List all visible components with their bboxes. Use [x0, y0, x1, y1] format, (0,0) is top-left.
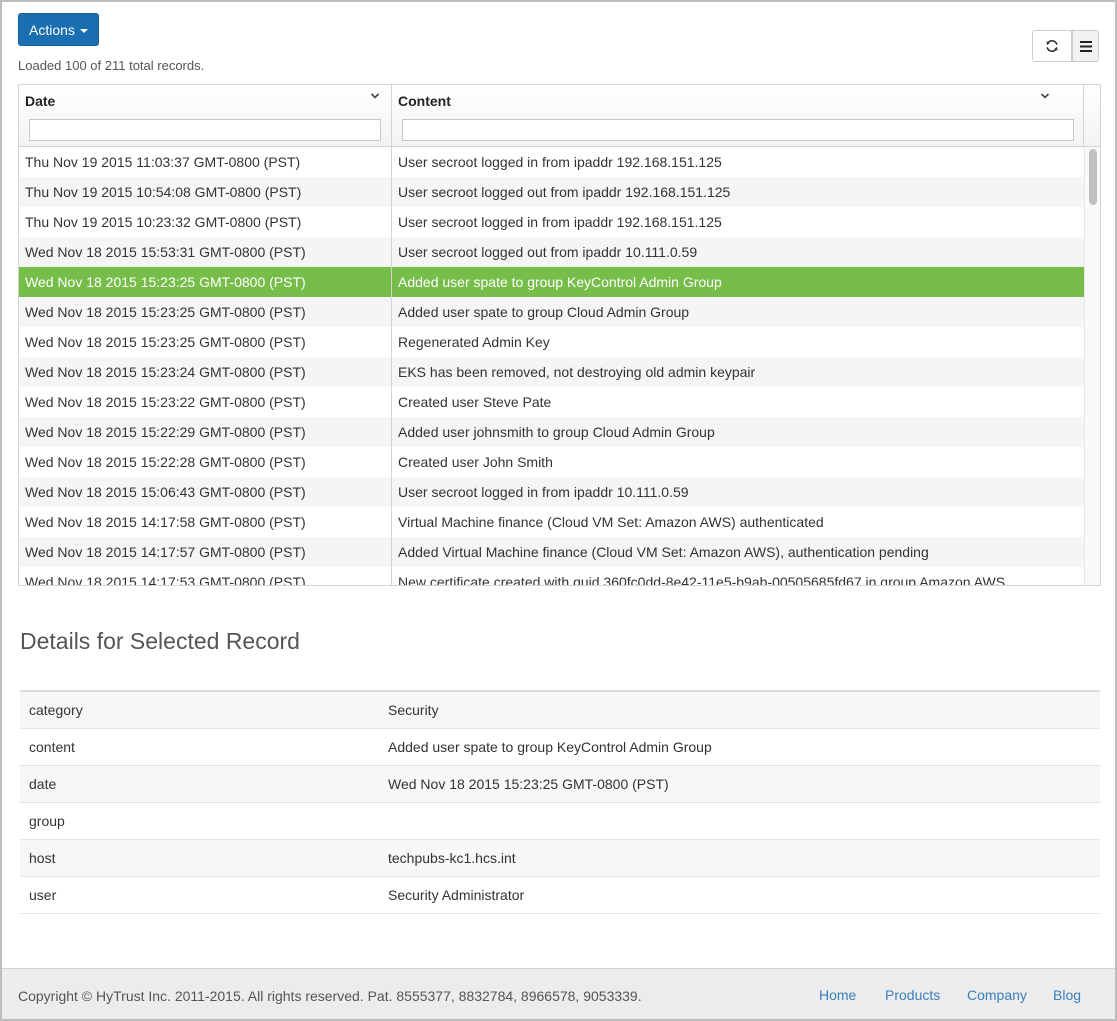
refresh-icon: [1046, 40, 1058, 52]
footer-link-home[interactable]: Home: [819, 987, 856, 1003]
table-row[interactable]: Wed Nov 18 2015 15:22:28 GMT-0800 (PST) C…: [19, 447, 1084, 477]
content-filter-input[interactable]: [402, 119, 1074, 141]
date-cell: Wed Nov 18 2015 14:17:58 GMT-0800 (PST): [19, 507, 392, 537]
table-row[interactable]: Wed Nov 18 2015 15:23:25 GMT-0800 (PST) R…: [19, 327, 1084, 357]
actions-label: Actions: [29, 21, 75, 38]
detail-row-host: host techpubs-kc1.hcs.int: [20, 840, 1100, 877]
content-cell: New certificate created with guid 360fc0…: [398, 574, 1006, 586]
date-cell: Wed Nov 18 2015 15:53:31 GMT-0800 (PST): [19, 237, 392, 267]
table-row[interactable]: Thu Nov 19 2015 10:54:08 GMT-0800 (PST) U…: [19, 177, 1084, 207]
actions-dropdown-button[interactable]: Actions: [18, 13, 99, 46]
records-grid: Date Content Thu Nov 19 2015 11:03:37 GM…: [18, 84, 1101, 586]
scrollbar-thumb[interactable]: [1089, 149, 1097, 205]
hamburger-menu-icon: [1079, 40, 1092, 52]
table-row[interactable]: Wed Nov 18 2015 14:17:53 GMT-0800 (PST) N…: [19, 567, 1084, 586]
detail-row-group: group: [20, 803, 1100, 840]
date-filter-input[interactable]: [29, 119, 381, 141]
footer-link-company[interactable]: Company: [967, 987, 1027, 1003]
table-row-selected[interactable]: Wed Nov 18 2015 15:23:25 GMT-0800 (PST) A…: [19, 267, 1084, 297]
content-cell: Regenerated Admin Key: [398, 334, 550, 350]
detail-value: Wed Nov 18 2015 15:23:25 GMT-0800 (PST): [388, 776, 669, 792]
detail-value: Added user spate to group KeyControl Adm…: [388, 739, 712, 755]
table-row[interactable]: Wed Nov 18 2015 15:22:29 GMT-0800 (PST) A…: [19, 417, 1084, 447]
grid-menu-button[interactable]: [1072, 30, 1099, 62]
caret-down-icon: [79, 28, 88, 33]
footer-link-products[interactable]: Products: [885, 987, 940, 1003]
detail-key: user: [29, 887, 57, 903]
detail-value: Security Administrator: [388, 887, 525, 903]
date-cell: Wed Nov 18 2015 15:23:22 GMT-0800 (PST): [19, 387, 392, 417]
column-header-date[interactable]: Date: [19, 85, 392, 147]
content-cell: Added Virtual Machine finance (Cloud VM …: [398, 544, 929, 560]
grid-header: Date Content: [19, 85, 1100, 147]
detail-key: group: [29, 813, 65, 829]
date-cell: Thu Nov 19 2015 10:54:08 GMT-0800 (PST): [19, 177, 392, 207]
records-loaded-status: Loaded 100 of 211 total records.: [18, 58, 205, 73]
chevron-down-icon[interactable]: [1040, 91, 1050, 101]
detail-key: date: [29, 776, 57, 792]
refresh-button[interactable]: [1032, 30, 1072, 62]
detail-key: category: [29, 702, 83, 718]
date-cell: Wed Nov 18 2015 15:23:25 GMT-0800 (PST): [19, 267, 392, 297]
content-cell: User secroot logged in from ipaddr 192.1…: [398, 214, 722, 230]
content-cell: User secroot logged in from ipaddr 192.1…: [398, 154, 722, 170]
table-row[interactable]: Wed Nov 18 2015 15:23:22 GMT-0800 (PST) C…: [19, 387, 1084, 417]
date-cell: Thu Nov 19 2015 11:03:37 GMT-0800 (PST): [19, 147, 392, 177]
detail-row-user: user Security Administrator: [20, 877, 1100, 914]
detail-value: techpubs-kc1.hcs.int: [388, 850, 516, 866]
detail-row-category: category Security: [20, 692, 1100, 729]
details-table: category Security content Added user spate …: [20, 690, 1100, 914]
table-row[interactable]: Thu Nov 19 2015 10:23:32 GMT-0800 (PST) U…: [19, 207, 1084, 237]
column-title-date: Date: [25, 93, 56, 109]
date-cell: Wed Nov 18 2015 15:22:29 GMT-0800 (PST): [19, 417, 392, 447]
content-cell: User secroot logged in from ipaddr 10.11…: [398, 484, 689, 500]
table-row[interactable]: Wed Nov 18 2015 15:53:31 GMT-0800 (PST) U…: [19, 237, 1084, 267]
content-cell: Created user John Smith: [398, 454, 553, 470]
table-row[interactable]: Thu Nov 19 2015 11:03:37 GMT-0800 (PST) U…: [19, 147, 1084, 177]
date-cell: Wed Nov 18 2015 15:23:25 GMT-0800 (PST): [19, 297, 392, 327]
detail-row-content: content Added user spate to group KeyCont…: [20, 729, 1100, 766]
column-header-content[interactable]: Content: [392, 85, 1084, 147]
content-cell: Added user spate to group KeyControl Adm…: [398, 274, 722, 290]
chevron-down-icon[interactable]: [370, 91, 380, 101]
table-row[interactable]: Wed Nov 18 2015 15:06:43 GMT-0800 (PST) U…: [19, 477, 1084, 507]
copyright-text: Copyright © HyTrust Inc. 2011-2015. All …: [18, 988, 642, 1004]
detail-row-date: date Wed Nov 18 2015 15:23:25 GMT-0800 (P…: [20, 766, 1100, 803]
date-cell: Wed Nov 18 2015 14:17:53 GMT-0800 (PST): [19, 567, 392, 585]
grid-scrollbar[interactable]: [1084, 147, 1100, 585]
column-title-content: Content: [398, 93, 451, 109]
footer: Copyright © HyTrust Inc. 2011-2015. All …: [2, 968, 1115, 1019]
table-row[interactable]: Wed Nov 18 2015 14:17:57 GMT-0800 (PST) A…: [19, 537, 1084, 567]
detail-key: host: [29, 850, 56, 866]
date-cell: Wed Nov 18 2015 15:23:24 GMT-0800 (PST): [19, 357, 392, 387]
date-cell: Thu Nov 19 2015 10:23:32 GMT-0800 (PST): [19, 207, 392, 237]
grid-body: Thu Nov 19 2015 11:03:37 GMT-0800 (PST) U…: [19, 147, 1084, 586]
detail-key: content: [29, 739, 75, 755]
content-cell: User secroot logged out from ipaddr 10.1…: [398, 244, 698, 260]
details-title: Details for Selected Record: [20, 628, 300, 654]
date-cell: Wed Nov 18 2015 15:23:25 GMT-0800 (PST): [19, 327, 392, 357]
table-row[interactable]: Wed Nov 18 2015 15:23:25 GMT-0800 (PST) A…: [19, 297, 1084, 327]
content-cell: User secroot logged out from ipaddr 192.…: [398, 184, 731, 200]
detail-value: [388, 803, 1100, 839]
date-cell: Wed Nov 18 2015 14:17:57 GMT-0800 (PST): [19, 537, 392, 567]
table-row[interactable]: Wed Nov 18 2015 15:23:24 GMT-0800 (PST) E…: [19, 357, 1084, 387]
date-cell: Wed Nov 18 2015 15:06:43 GMT-0800 (PST): [19, 477, 392, 507]
content-cell: Virtual Machine finance (Cloud VM Set: A…: [398, 514, 824, 530]
content-cell: Added user spate to group Cloud Admin Gr…: [398, 304, 690, 320]
footer-link-blog[interactable]: Blog: [1053, 987, 1081, 1003]
content-cell: Created user Steve Pate: [398, 394, 552, 410]
content-cell: EKS has been removed, not destroying old…: [398, 364, 756, 380]
app-frame: Actions Loaded 100 of 211 total records.…: [0, 0, 1117, 1021]
date-cell: Wed Nov 18 2015 15:22:28 GMT-0800 (PST): [19, 447, 392, 477]
table-row[interactable]: Wed Nov 18 2015 14:17:58 GMT-0800 (PST) V…: [19, 507, 1084, 537]
detail-value: Security: [388, 702, 439, 718]
content-cell: Added user johnsmith to group Cloud Admi…: [398, 424, 715, 440]
